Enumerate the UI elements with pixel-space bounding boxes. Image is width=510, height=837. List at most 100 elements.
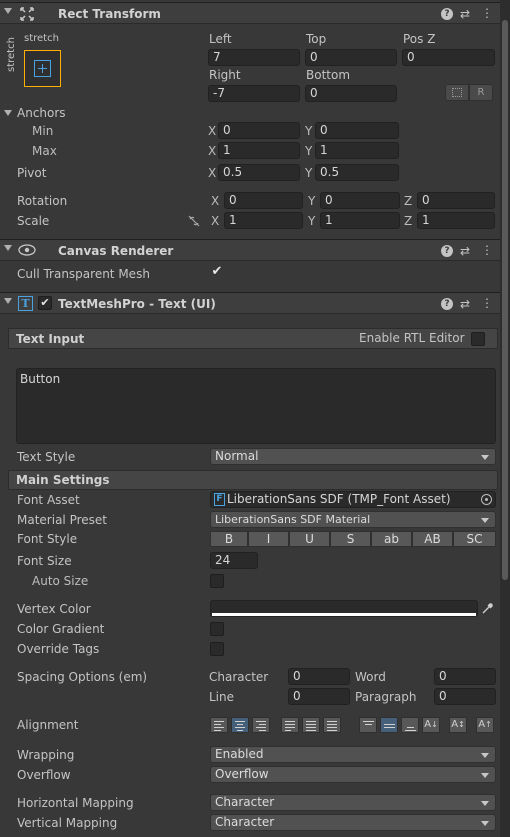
font-size-field[interactable]: 24 (210, 552, 258, 569)
rect-transform-icon (20, 7, 34, 21)
font-style-strikethrough-button[interactable]: S (330, 531, 371, 547)
anchor-max-x-field[interactable]: 1 (218, 142, 300, 159)
word-spacing-field[interactable]: 0 (434, 668, 496, 685)
help-icon[interactable]: ? (441, 298, 453, 310)
font-asset-field[interactable]: F LiberationSans SDF (TMP_Font Asset) (210, 491, 496, 508)
presets-icon[interactable]: ⇄ (460, 8, 470, 20)
text-input-area[interactable]: Button (16, 368, 496, 444)
font-style-uppercase-button[interactable]: AB (412, 531, 453, 547)
tmp-title: TextMeshPro - Text (UI) (58, 297, 216, 311)
anchor-min-y-field[interactable]: 0 (315, 122, 399, 139)
bottom-field[interactable]: 0 (305, 85, 397, 102)
rect-transform-header[interactable]: Rect Transform ? ⇄ ⋮ (0, 2, 500, 24)
axis-z-label: Z (404, 194, 413, 208)
align-flush-button[interactable] (302, 717, 320, 733)
tmp-enabled-checkbox[interactable]: ✔ (38, 296, 52, 310)
override-tags-checkbox[interactable] (210, 642, 224, 656)
paragraph-spacing-field[interactable]: 0 (434, 688, 496, 705)
align-left-button[interactable] (210, 717, 228, 733)
wrapping-dropdown[interactable]: Enabled (210, 746, 496, 763)
anchor-min-x-field[interactable]: 0 (218, 122, 300, 139)
rotation-x-field[interactable]: 0 (224, 192, 303, 209)
material-preset-dropdown[interactable]: LiberationSans SDF Material (210, 511, 496, 528)
right-label: Right (209, 68, 241, 82)
top-field[interactable]: 0 (305, 49, 397, 66)
align-top-button[interactable] (359, 717, 377, 733)
help-icon[interactable]: ? (441, 245, 453, 257)
anchor-preset-button[interactable] (24, 50, 61, 87)
align-right-button[interactable] (252, 717, 270, 733)
posz-field[interactable]: 0 (402, 49, 495, 66)
help-icon[interactable]: ? (441, 8, 453, 20)
font-style-lowercase-button[interactable]: ab (371, 531, 412, 547)
axis-y-label: Y (305, 166, 313, 180)
font-style-bold-button[interactable]: B (210, 531, 248, 547)
line-spacing-label: Line (209, 690, 235, 704)
text-input-label: Text Input (16, 332, 85, 346)
align-geometry-center-button[interactable] (323, 717, 341, 733)
horizontal-mapping-label: Horizontal Mapping (17, 796, 134, 810)
pivot-x-field[interactable]: 0.5 (218, 164, 300, 181)
axis-x-label: X (211, 194, 220, 208)
presets-icon[interactable]: ⇄ (460, 245, 470, 257)
canvas-renderer-header[interactable]: Canvas Renderer ? ⇄ ⋮ (0, 239, 500, 261)
more-menu-icon[interactable]: ⋮ (481, 244, 493, 256)
line-spacing-field[interactable]: 0 (288, 688, 350, 705)
text-style-dropdown[interactable]: Normal (210, 448, 496, 465)
anchors-label[interactable]: Anchors (17, 106, 66, 120)
tmp-header[interactable]: T ✔ TextMeshPro - Text (UI) ? ⇄ ⋮ (0, 292, 500, 314)
scale-y-field[interactable]: 1 (320, 212, 400, 229)
vertical-mapping-dropdown[interactable]: Character (210, 814, 496, 831)
character-spacing-field[interactable]: 0 (288, 668, 350, 685)
rotation-y-field[interactable]: 0 (320, 192, 400, 209)
align-midline-icon[interactable]: A↕ (449, 717, 467, 733)
axis-y-label: Y (308, 214, 316, 228)
collapse-arrow-icon[interactable] (4, 8, 12, 14)
top-label: Top (306, 32, 327, 46)
pivot-y-field[interactable]: 0.5 (315, 164, 399, 181)
overflow-dropdown[interactable]: Overflow (210, 766, 496, 783)
left-field[interactable]: 7 (208, 49, 300, 66)
blueprint-mode-button[interactable] (445, 84, 469, 101)
align-center-button[interactable] (231, 717, 249, 733)
constrain-proportions-icon[interactable] (187, 215, 201, 227)
raw-edit-button[interactable]: R (469, 84, 493, 101)
align-justified-button[interactable] (281, 717, 299, 733)
collapse-arrow-icon[interactable] (4, 298, 12, 304)
character-spacing-label: Character (209, 670, 269, 684)
anchor-max-y-field[interactable]: 1 (315, 142, 399, 159)
eyedropper-icon[interactable] (481, 602, 494, 615)
font-asset-value: LiberationSans SDF (TMP_Font Asset) (227, 492, 451, 506)
align-capline-icon[interactable]: A↑ (476, 717, 494, 733)
horizontal-mapping-dropdown[interactable]: Character (210, 794, 496, 811)
align-middle-button[interactable] (380, 717, 398, 733)
cull-transparent-mesh-checkbox[interactable]: ✔ (210, 265, 224, 278)
presets-icon[interactable]: ⇄ (460, 298, 470, 310)
word-spacing-label: Word (355, 670, 386, 684)
object-picker-icon[interactable] (481, 494, 492, 505)
scrollbar-thumb[interactable] (502, 20, 508, 580)
rotation-label: Rotation (17, 194, 68, 208)
font-style-underline-button[interactable]: U (289, 531, 330, 547)
color-gradient-checkbox[interactable] (210, 622, 224, 636)
axis-x-label: X (208, 124, 217, 138)
anchors-fold-icon[interactable] (4, 110, 12, 116)
right-field[interactable]: -7 (208, 85, 300, 102)
vertex-color-field[interactable] (210, 600, 478, 617)
more-menu-icon[interactable]: ⋮ (481, 7, 493, 19)
vertex-color-label: Vertex Color (17, 602, 91, 616)
align-baseline-icon[interactable]: A↓ (422, 717, 440, 733)
align-bottom-button[interactable] (401, 717, 419, 733)
enable-rtl-editor-checkbox[interactable] (471, 332, 485, 346)
scale-z-field[interactable]: 1 (417, 212, 495, 229)
font-style-smallcaps-button[interactable]: SC (453, 531, 496, 547)
posz-label: Pos Z (403, 32, 436, 46)
auto-size-checkbox[interactable] (210, 574, 224, 588)
more-menu-icon[interactable]: ⋮ (481, 297, 493, 309)
collapse-arrow-icon[interactable] (4, 245, 12, 251)
scale-x-field[interactable]: 1 (224, 212, 303, 229)
wrapping-label: Wrapping (17, 748, 75, 762)
rotation-z-field[interactable]: 0 (417, 192, 495, 209)
font-style-italic-button[interactable]: I (248, 531, 289, 547)
axis-y-label: Y (308, 194, 316, 208)
